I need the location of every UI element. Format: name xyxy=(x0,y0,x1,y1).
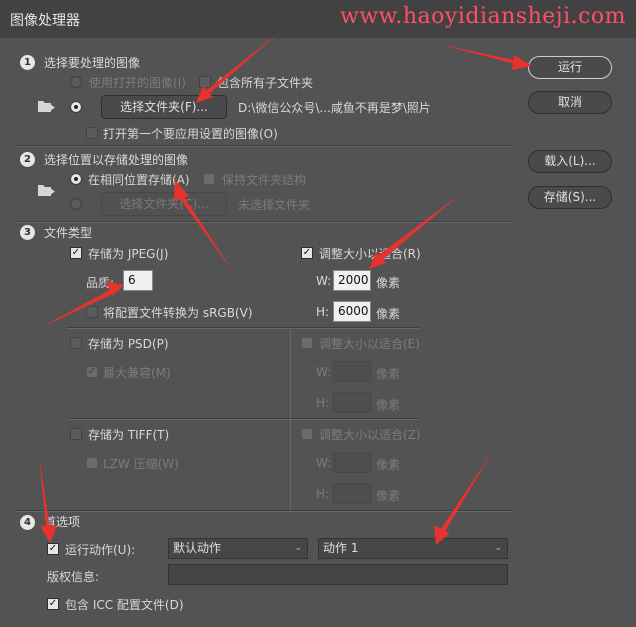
section-1-number: 1 xyxy=(20,55,35,70)
watermark: www.haoyidiansheji.com xyxy=(340,4,627,29)
divider xyxy=(14,221,512,223)
maximize-compat-label: 最大兼容(M) xyxy=(103,366,171,380)
divider xyxy=(290,330,291,510)
quality-input[interactable]: 6 xyxy=(123,270,153,291)
same-location-radio[interactable] xyxy=(70,173,82,185)
psd-width-label: W: xyxy=(316,365,332,379)
save-tiff-label: 存储为 TIFF(T) xyxy=(88,428,170,442)
jpeg-height-label: H: xyxy=(316,305,330,319)
psd-resize-label: 调整大小以适合(E) xyxy=(319,337,420,351)
jpeg-width-input[interactable]: 2000 xyxy=(333,270,371,291)
action-set-value: 默认动作 xyxy=(173,541,222,555)
run-button[interactable]: 运行 xyxy=(528,56,612,79)
run-action-label: 运行动作(U): xyxy=(65,543,136,557)
convert-srgb-checkbox[interactable] xyxy=(86,306,98,318)
save-tiff-checkbox[interactable] xyxy=(70,428,82,440)
save-settings-button[interactable]: 存储(S)... xyxy=(528,186,612,209)
lzw-label: LZW 压缩(W) xyxy=(103,457,179,471)
cancel-button[interactable]: 取消 xyxy=(528,91,612,114)
folder-arrow-icon xyxy=(37,99,57,113)
include-subfolders-checkbox[interactable] xyxy=(199,76,211,88)
jpeg-resize-label: 调整大小以适合(R) xyxy=(319,247,421,261)
psd-height-label: H: xyxy=(316,396,330,410)
load-button[interactable]: 载入(L)... xyxy=(528,150,612,173)
tiff-resize-label: 调整大小以适合(Z) xyxy=(319,428,421,442)
jpeg-height-input[interactable]: 6000 xyxy=(333,301,371,322)
copyright-label: 版权信息: xyxy=(47,570,100,584)
chevron-down-icon: ⌄ xyxy=(294,543,302,553)
lzw-checkbox[interactable] xyxy=(86,457,98,469)
psd-width-unit: 像素 xyxy=(376,367,401,381)
save-jpeg-label: 存储为 JPEG(J) xyxy=(88,247,169,261)
psd-width-input[interactable] xyxy=(333,361,371,382)
window-title: 图像处理器 xyxy=(10,13,80,29)
source-folder-path: D:\微信公众号\...咸鱼不再是梦\照片 xyxy=(238,101,431,115)
psd-resize-checkbox[interactable] xyxy=(301,337,313,349)
quality-label: 品质: xyxy=(86,276,115,290)
jpeg-height-unit: 像素 xyxy=(376,307,401,321)
annotation-arrow xyxy=(438,44,528,67)
section-1-title: 选择要处理的图像 xyxy=(44,56,141,70)
divider xyxy=(14,145,512,147)
tiff-width-input[interactable] xyxy=(333,452,371,473)
include-icc-checkbox[interactable]: ✓ xyxy=(47,598,59,610)
save-psd-checkbox[interactable] xyxy=(70,337,82,349)
section-2-number: 2 xyxy=(20,152,35,167)
keep-structure-label: 保持文件夹结构 xyxy=(222,173,307,187)
use-open-images-label: 使用打开的图像(I) xyxy=(89,76,186,90)
action-value: 动作 1 xyxy=(323,541,359,555)
tiff-resize-checkbox[interactable] xyxy=(301,428,313,440)
tiff-width-unit: 像素 xyxy=(376,458,401,472)
tiff-height-label: H: xyxy=(316,487,330,501)
folder-arrow-icon xyxy=(37,183,57,197)
keep-structure-checkbox[interactable] xyxy=(203,173,215,185)
include-icc-label: 包含 ICC 配置文件(D) xyxy=(65,598,184,612)
select-folder-radio[interactable] xyxy=(70,101,82,113)
tiff-width-label: W: xyxy=(316,456,332,470)
tiff-height-input[interactable] xyxy=(333,483,371,504)
section-4-number: 4 xyxy=(20,515,35,530)
maximize-compat-checkbox[interactable]: ✓ xyxy=(86,366,98,378)
divider xyxy=(67,418,419,420)
annotation-arrow xyxy=(437,449,494,538)
save-psd-label: 存储为 PSD(P) xyxy=(88,337,169,351)
jpeg-width-unit: 像素 xyxy=(376,276,401,290)
jpeg-width-label: W: xyxy=(316,274,332,288)
select-dest-folder-button[interactable]: 选择文件夹(C)... xyxy=(101,192,227,216)
use-open-images-radio[interactable] xyxy=(70,76,82,88)
copyright-input[interactable] xyxy=(168,564,508,585)
convert-srgb-label: 将配置文件转换为 sRGB(V) xyxy=(103,306,253,320)
section-4-title: 首选项 xyxy=(44,515,81,529)
divider xyxy=(67,327,419,329)
action-set-select[interactable]: 默认动作 ⌄ xyxy=(168,538,308,559)
tiff-height-unit: 像素 xyxy=(376,489,401,503)
include-subfolders-label: 包含所有子文件夹 xyxy=(217,76,314,90)
chevron-down-icon: ⌄ xyxy=(494,543,502,553)
select-dest-folder-radio[interactable] xyxy=(70,198,82,210)
psd-height-input[interactable] xyxy=(333,392,371,413)
divider xyxy=(14,510,512,512)
psd-height-unit: 像素 xyxy=(376,398,401,412)
open-first-checkbox[interactable] xyxy=(86,127,98,139)
run-action-checkbox[interactable]: ✓ xyxy=(47,543,59,555)
save-jpeg-checkbox[interactable]: ✓ xyxy=(70,247,82,259)
select-folder-button[interactable]: 选择文件夹(F)... xyxy=(101,95,227,119)
jpeg-resize-checkbox[interactable]: ✓ xyxy=(301,247,313,259)
section-3-number: 3 xyxy=(20,225,35,240)
action-select[interactable]: 动作 1 ⌄ xyxy=(318,538,508,559)
section-2-title: 选择位置以存储处理的图像 xyxy=(44,153,189,167)
open-first-label: 打开第一个要应用设置的图像(O) xyxy=(103,127,278,141)
section-3-title: 文件类型 xyxy=(44,226,93,240)
same-location-label: 在相同位置存储(A) xyxy=(88,173,190,187)
dest-folder-path: 未选择文件夹 xyxy=(238,198,311,212)
